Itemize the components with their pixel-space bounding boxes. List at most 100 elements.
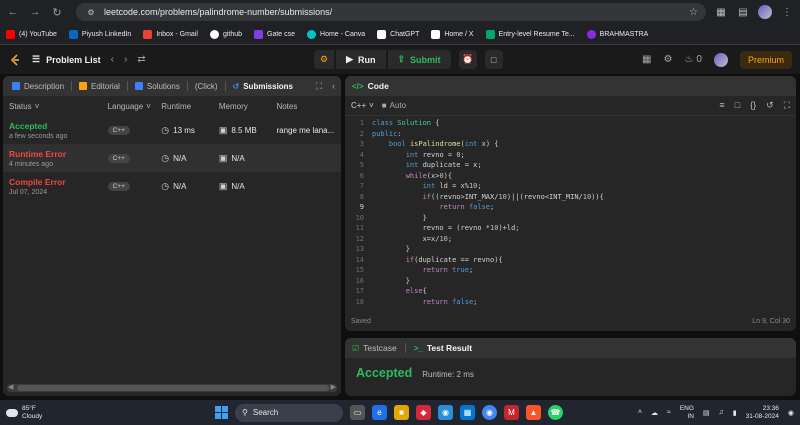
windows-start-icon[interactable] bbox=[215, 406, 228, 419]
edge-icon[interactable]: e bbox=[372, 405, 387, 420]
bookmark-icon[interactable]: □ bbox=[735, 100, 740, 111]
task-view-icon[interactable]: ▭ bbox=[350, 405, 365, 420]
language-select[interactable]: C++ ˅ bbox=[351, 101, 374, 110]
braces-icon[interactable]: {} bbox=[750, 100, 756, 111]
scroll-right-icon[interactable]: ▶ bbox=[331, 383, 336, 391]
tab-test-result[interactable]: >_ Test Result bbox=[414, 343, 472, 353]
language-indicator[interactable]: ENG IN bbox=[680, 405, 694, 421]
profile-avatar[interactable] bbox=[758, 5, 772, 19]
bookmark-gmail[interactable]: Inbox - Gmail bbox=[143, 29, 198, 39]
clock[interactable]: 23:36 31-08-2024 bbox=[746, 405, 779, 421]
tab-solutions[interactable]: Solutions bbox=[132, 82, 183, 91]
menu-icon[interactable]: ⋮ bbox=[780, 5, 794, 19]
site-info-icon[interactable]: ⚙ bbox=[84, 5, 98, 19]
problem-list-button[interactable]: ☰ Problem List bbox=[32, 54, 101, 65]
tab-testcase[interactable]: ☑ Testcase bbox=[352, 343, 397, 353]
wifi-icon[interactable]: ≈ bbox=[667, 409, 671, 416]
volume-icon[interactable]: ♫ bbox=[719, 409, 724, 416]
bookmark-brahmastra[interactable]: BRAHMASTRA bbox=[586, 29, 648, 39]
code-editor[interactable]: 1 class Solution { 2 public: 3 bool isPali… bbox=[345, 118, 796, 308]
system-tray: ˄ ☁ ≈ ENG IN ▤ ♫ ▮ 23:36 31-08-2024 ◉ bbox=[638, 405, 794, 421]
notes-cell[interactable]: range me lana... bbox=[276, 126, 335, 135]
tab-click[interactable]: (Click) bbox=[192, 82, 221, 91]
notification-icon[interactable]: ◉ bbox=[788, 409, 794, 417]
back-icon[interactable]: ← bbox=[6, 5, 20, 19]
bookmark-gate[interactable]: Gate cse bbox=[254, 29, 295, 39]
mcafee-icon[interactable]: M bbox=[504, 405, 519, 420]
taskbar-search[interactable]: ⚲ Search bbox=[235, 403, 343, 422]
tab-description[interactable]: Description bbox=[9, 82, 67, 91]
layout-icon[interactable]: ▦ bbox=[642, 54, 651, 65]
reload-icon[interactable]: ↻ bbox=[50, 5, 64, 19]
chevron-down-icon: ˅ bbox=[369, 101, 374, 110]
tab-submissions[interactable]: ↺ Submissions bbox=[230, 82, 297, 91]
user-avatar[interactable] bbox=[713, 52, 728, 67]
bookmark-youtube[interactable]: (4) YouTube bbox=[6, 29, 57, 39]
submission-time: a few seconds ago bbox=[9, 132, 68, 140]
checkbox-icon: ☑ bbox=[352, 343, 360, 353]
bookmark-resume[interactable]: Entry-level Resume Te... bbox=[485, 29, 575, 39]
next-problem-icon[interactable]: › bbox=[124, 54, 127, 65]
battery-icon[interactable]: ▮ bbox=[733, 409, 737, 417]
youtube-icon bbox=[6, 29, 15, 39]
bookmark-star-icon[interactable]: ☆ bbox=[689, 7, 698, 18]
settings-icon[interactable]: ⚙ bbox=[663, 54, 672, 65]
sidebar-icon[interactable]: ▤ bbox=[736, 5, 750, 19]
app-red-icon[interactable]: ◆ bbox=[416, 405, 431, 420]
code-header: </> Code bbox=[345, 76, 796, 96]
collapse-icon[interactable]: ‹ bbox=[332, 81, 335, 92]
bookmark-github[interactable]: github bbox=[209, 29, 242, 39]
tab-editorial[interactable]: Editorial bbox=[76, 82, 123, 91]
table-row[interactable]: Runtime Error 4 minutes ago C++ ◷ N/A ▣ N/… bbox=[3, 144, 341, 172]
header-status[interactable]: Status ˅ bbox=[9, 102, 108, 111]
alarm-icon: ⏰ bbox=[461, 54, 474, 64]
maximize-icon[interactable]: ⛶ bbox=[316, 81, 322, 92]
chrome-icon[interactable]: ◉ bbox=[482, 405, 497, 420]
left-tab-bar: Description Editorial Solutions (Click) … bbox=[3, 76, 341, 96]
whatsapp-icon[interactable]: ☎ bbox=[548, 405, 563, 420]
network-icon[interactable]: ▤ bbox=[703, 409, 710, 417]
fullscreen-icon[interactable]: ⛶ bbox=[784, 100, 790, 111]
cursor-position: Ln 9, Col 30 bbox=[752, 317, 790, 325]
weather-widget[interactable]: 85°F Cloudy bbox=[6, 405, 42, 421]
reset-icon[interactable]: ↺ bbox=[766, 100, 774, 111]
premium-button[interactable]: Premium bbox=[739, 50, 792, 69]
timer-button[interactable]: ⏰ bbox=[458, 50, 477, 69]
onedrive-icon[interactable]: ☁ bbox=[651, 409, 658, 417]
scroll-left-icon[interactable]: ◀ bbox=[8, 383, 13, 391]
forward-icon[interactable]: → bbox=[28, 5, 42, 19]
debug-button[interactable]: ⚙ bbox=[314, 50, 335, 69]
leetcode-logo-icon[interactable] bbox=[8, 53, 22, 67]
auto-mode[interactable]: ■ Auto bbox=[382, 101, 406, 110]
file-explorer-icon[interactable]: ■ bbox=[394, 405, 409, 420]
bookmark-chatgpt[interactable]: ChatGPT bbox=[377, 29, 419, 39]
streak-counter[interactable]: ♨ 0 bbox=[684, 54, 702, 65]
table-row[interactable]: Compile Error Jul 07, 2024 C++ ◷ N/A ▣ N/A bbox=[3, 172, 341, 200]
extensions-icon[interactable]: ▦ bbox=[714, 5, 728, 19]
bookmark-linkedin[interactable]: Piyush LinkedIn bbox=[68, 29, 131, 39]
format-icon[interactable]: ≡ bbox=[719, 100, 724, 111]
sort-chevron-icon: ˅ bbox=[146, 101, 151, 111]
header-notes: Notes bbox=[276, 101, 298, 111]
run-button[interactable]: ▶ Run bbox=[336, 50, 386, 69]
code-icon: </> bbox=[352, 81, 364, 91]
chevron-up-icon[interactable]: ˄ bbox=[638, 409, 642, 416]
store-icon[interactable]: ▦ bbox=[460, 405, 475, 420]
photos-icon[interactable]: ◉ bbox=[438, 405, 453, 420]
horizontal-scrollbar[interactable]: ◀ ▶ bbox=[7, 384, 337, 392]
bookmark-x[interactable]: Home / X bbox=[431, 29, 474, 39]
address-bar[interactable]: ⚙ leetcode.com/problems/palindrome-numbe… bbox=[76, 3, 706, 21]
scrollbar-thumb[interactable] bbox=[17, 385, 329, 391]
prev-problem-icon[interactable]: ‹ bbox=[111, 54, 114, 65]
submit-button[interactable]: ⇪ Submit bbox=[387, 50, 451, 69]
brave-icon[interactable]: ▲ bbox=[526, 405, 541, 420]
save-status: Saved bbox=[351, 317, 371, 325]
header-language[interactable]: Language ˅ bbox=[108, 102, 162, 111]
bookmark-canva[interactable]: Home - Canva bbox=[307, 29, 365, 39]
tab-divider bbox=[404, 343, 406, 353]
shuffle-icon[interactable]: ⇄ bbox=[137, 54, 145, 65]
table-row[interactable]: Accepted a few seconds ago C++ ◷ 13 ms ▣ 8… bbox=[3, 116, 341, 144]
gate-icon bbox=[254, 29, 264, 39]
notes-button[interactable]: □ bbox=[484, 50, 503, 69]
fire-icon: ♨ bbox=[684, 54, 694, 65]
